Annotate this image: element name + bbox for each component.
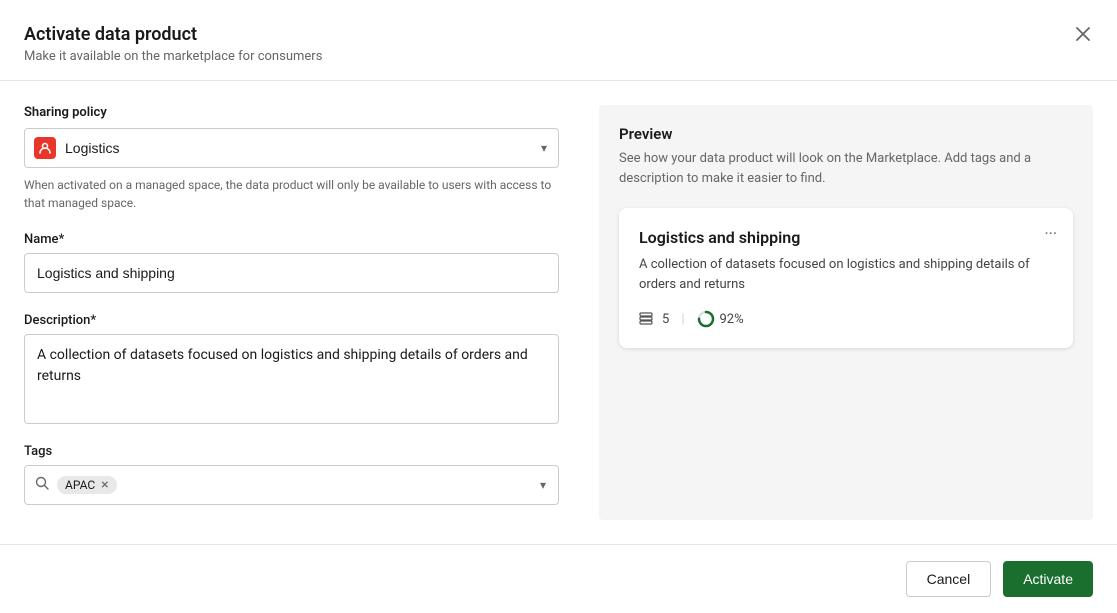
search-icon <box>35 476 49 494</box>
modal-footer: Cancel Activate <box>0 544 1117 613</box>
activate-button[interactable]: Activate <box>1003 561 1093 597</box>
tags-field-group: Tags APAC × ▾ <box>24 444 559 505</box>
description-field-group: Description* <box>24 313 559 424</box>
left-panel: Sharing policy Logistics ▾ When activate… <box>24 105 559 520</box>
activate-modal: Activate data product Make it available … <box>0 0 1117 613</box>
quality-circle-icon <box>697 310 715 328</box>
preview-card: ··· Logistics and shipping A collection … <box>619 208 1073 348</box>
quality-percent: 92% <box>720 312 744 327</box>
meta-divider: | <box>681 312 684 327</box>
sharing-policy-icon <box>34 137 56 159</box>
name-label: Name* <box>24 232 559 247</box>
preview-title: Preview <box>619 125 1073 143</box>
cancel-button[interactable]: Cancel <box>906 561 992 597</box>
close-button[interactable] <box>1069 20 1097 48</box>
tags-label: Tags <box>24 444 559 459</box>
name-input[interactable] <box>24 253 559 293</box>
preview-card-description: A collection of datasets focused on logi… <box>639 255 1053 294</box>
tag-label: APAC <box>65 478 95 492</box>
modal-title: Activate data product <box>24 24 1093 45</box>
tag-apac: APAC × <box>57 476 117 494</box>
sharing-policy-select-wrapper: Logistics ▾ <box>24 128 559 168</box>
modal-header: Activate data product Make it available … <box>0 0 1117 81</box>
quality-meta: 92% <box>697 310 744 328</box>
preview-description: See how your data product will look on t… <box>619 149 1073 188</box>
sharing-policy-field: Sharing policy Logistics ▾ When activate… <box>24 105 559 212</box>
preview-card-title: Logistics and shipping <box>639 228 1053 247</box>
sharing-policy-label: Sharing policy <box>24 105 559 120</box>
right-panel: Preview See how your data product will l… <box>599 105 1093 520</box>
dataset-icon <box>639 310 657 328</box>
preview-card-meta: 5 | 92% <box>639 310 1053 328</box>
more-options-button[interactable]: ··· <box>1044 224 1057 243</box>
description-label: Description* <box>24 313 559 328</box>
description-input[interactable] <box>24 334 559 424</box>
preview-section: Preview See how your data product will l… <box>619 125 1073 348</box>
sharing-policy-select[interactable]: Logistics <box>24 128 559 168</box>
dataset-count-meta: 5 <box>639 310 669 328</box>
tags-chevron-icon: ▾ <box>540 478 546 492</box>
tags-input-wrapper[interactable]: APAC × ▾ <box>24 465 559 505</box>
tag-remove-button[interactable]: × <box>101 478 108 492</box>
name-field-group: Name* <box>24 232 559 293</box>
modal-subtitle: Make it available on the marketplace for… <box>24 49 1093 64</box>
modal-body: Sharing policy Logistics ▾ When activate… <box>0 81 1117 544</box>
sharing-policy-helper: When activated on a managed space, the d… <box>24 176 559 212</box>
dataset-count: 5 <box>662 312 669 327</box>
